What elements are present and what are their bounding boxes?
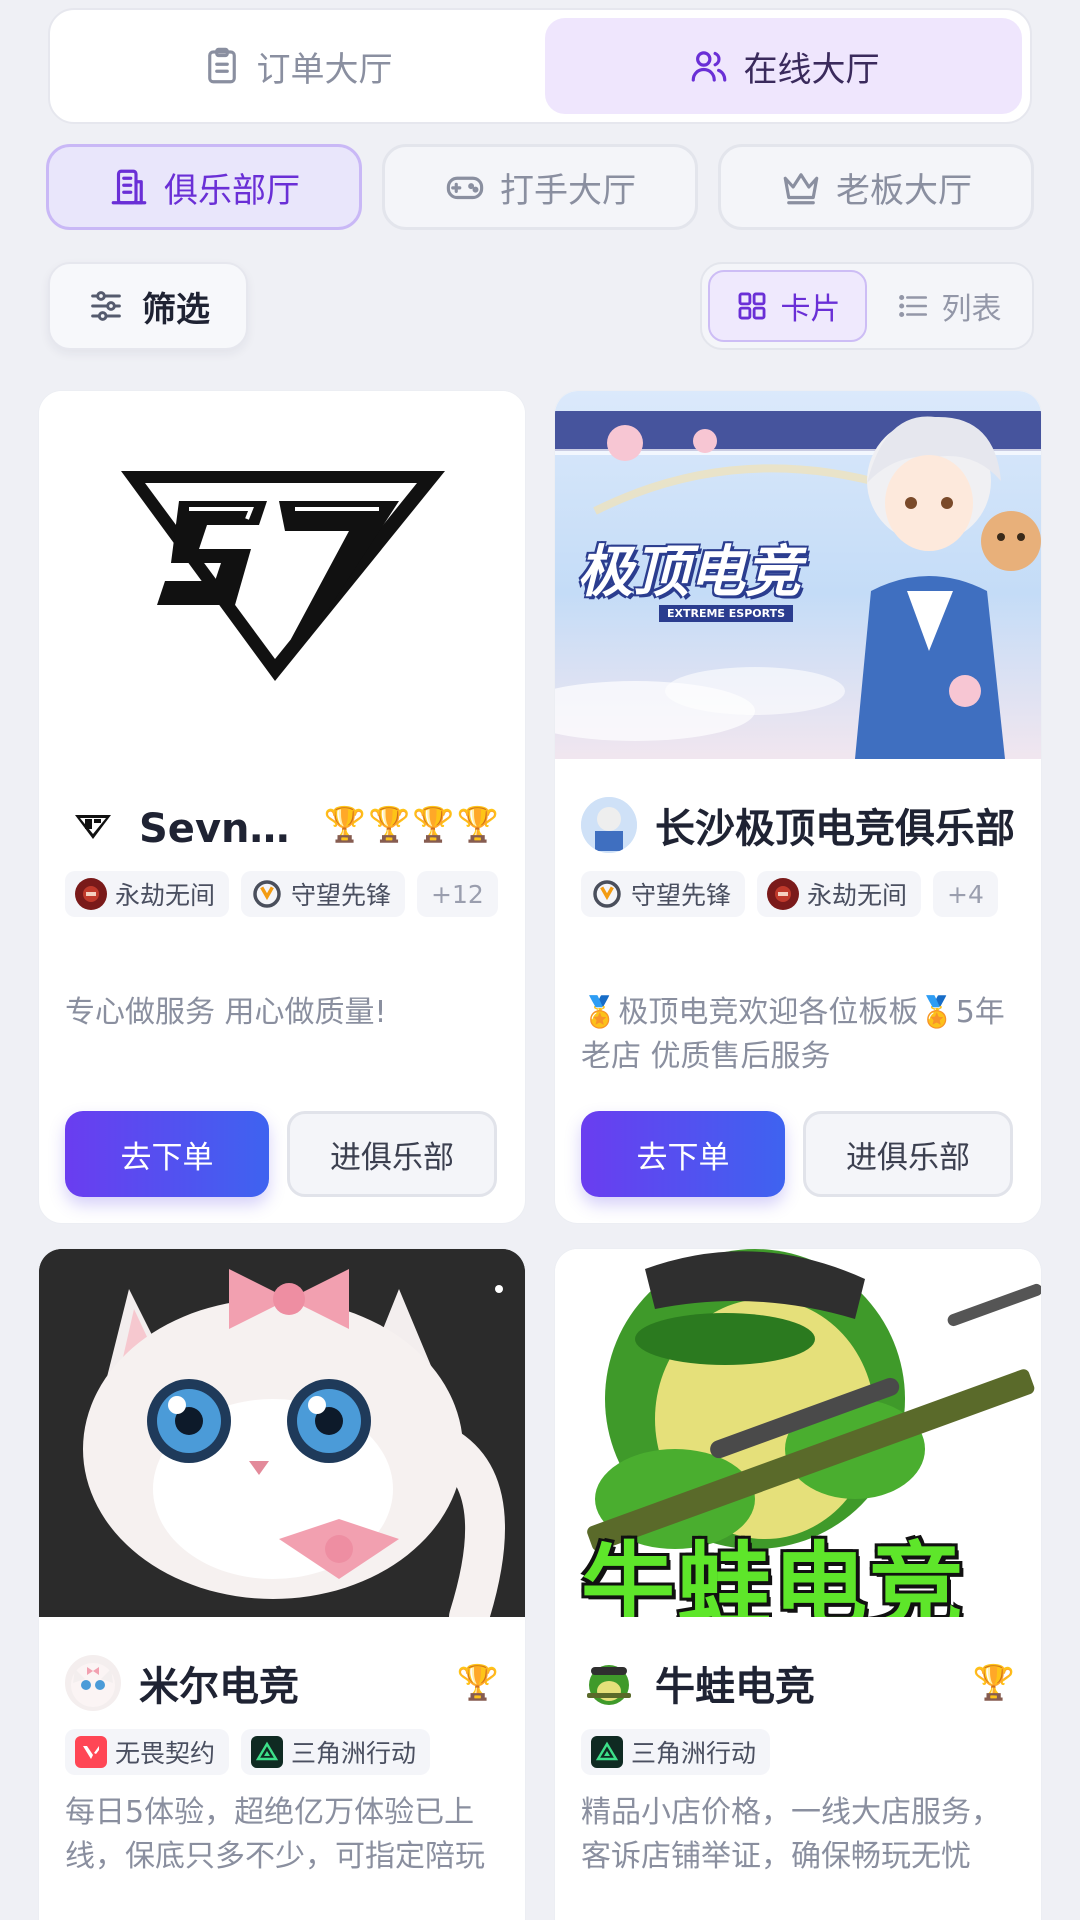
club-card[interactable]: Sevn电竞 🏆 🏆 🏆 🏆 永劫无间 守望先锋 +12 专心做服务 用心做质量…	[38, 390, 526, 1224]
game-tag-label: 三角洲行动	[291, 1739, 417, 1768]
filter-label: 筛选	[142, 289, 210, 330]
more-games-badge: +4	[933, 871, 998, 917]
game-tags: 守望先锋 永劫无间 +4	[581, 871, 1015, 917]
game-tag-label: 永劫无间	[807, 881, 908, 910]
club-card[interactable]: 牛蛙电竞 牛蛙电竞 🏆 三角洲行动 精品小店价格，一线大店服务，客诉店铺举证，确…	[554, 1248, 1042, 1920]
trophy-row: 🏆	[457, 1666, 499, 1700]
naraka-icon	[75, 878, 107, 910]
tab-online-hall-label: 在线大厅	[743, 49, 880, 90]
banner-title: 极顶电竞	[577, 540, 801, 605]
trophy-row: 🏆 🏆 🏆 🏆	[324, 808, 499, 842]
club-banner: 极顶电竞 EXTREME ESPORTS	[555, 391, 1041, 759]
club-avatar	[65, 797, 121, 853]
delta-force-icon	[591, 1736, 623, 1768]
users-icon	[691, 51, 726, 82]
trophy-icon: 🏆	[972, 1663, 1015, 1703]
game-tag: 永劫无间	[65, 871, 230, 917]
trophy-icon: 🏆	[323, 805, 366, 845]
naraka-icon	[767, 878, 800, 910]
game-tag: 守望先锋	[241, 871, 406, 917]
game-tag: 永劫无间	[757, 871, 922, 917]
overwatch-icon	[591, 878, 623, 910]
banner-title: 牛蛙电竞	[581, 1533, 966, 1617]
game-tag-label: 无畏契约	[115, 1739, 216, 1768]
view-card-option[interactable]: 卡片	[708, 270, 867, 342]
club-banner	[39, 391, 525, 759]
tab-order-hall-label: 订单大厅	[256, 49, 393, 90]
trophy-icon: 🏆	[367, 805, 411, 845]
valorant-icon	[75, 1736, 107, 1768]
crown-icon	[783, 173, 819, 205]
club-banner: 牛蛙电竞	[555, 1249, 1041, 1617]
game-tag: 三角洲行动	[581, 1729, 771, 1775]
banner-subtitle: EXTREME ESPORTS	[659, 605, 794, 622]
game-tag-label: 永劫无间	[115, 881, 216, 910]
club-description: 每日5体验，超绝亿万体验已上线，保底只多不少，可指定陪玩	[65, 1795, 485, 1874]
trophy-row: 🏆	[973, 1666, 1015, 1700]
hall-boss[interactable]: 老板大厅	[718, 144, 1034, 230]
club-avatar	[581, 797, 637, 853]
enter-club-button[interactable]: 进俱乐部	[803, 1111, 1013, 1197]
trophy-icon: 🏆	[412, 805, 455, 845]
game-tag: 无畏契约	[65, 1729, 230, 1775]
club-name: Sevn电竞	[139, 806, 306, 852]
hall-club-label: 俱乐部厅	[164, 170, 300, 211]
overwatch-icon	[251, 878, 283, 910]
club-name: 米尔电竞	[139, 1664, 299, 1710]
view-mode-switch: 卡片 列表	[700, 262, 1034, 350]
view-list-label: 列表	[941, 292, 1002, 327]
club-name: 牛蛙电竞	[655, 1664, 815, 1710]
place-order-button[interactable]: 去下单	[581, 1111, 785, 1197]
enter-club-button[interactable]: 进俱乐部	[287, 1111, 497, 1197]
clipboard-icon	[207, 47, 236, 84]
view-card-label: 卡片	[780, 292, 841, 327]
grid-icon	[738, 292, 765, 320]
club-description: 精品小店价格，一线大店服务，客诉店铺举证，确保畅玩无忧	[581, 1795, 1001, 1874]
hall-club[interactable]: 俱乐部厅	[46, 144, 362, 230]
club-card[interactable]: 极顶电竞 EXTREME ESPORTS 长沙极顶电竞俱乐部 守望先锋 永劫无间…	[554, 390, 1042, 1224]
hall-player-label: 打手大厅	[500, 170, 636, 211]
game-tags: 永劫无间 守望先锋 +12	[65, 871, 499, 917]
game-tag: 三角洲行动	[241, 1729, 431, 1775]
club-card[interactable]: 米尔电竞 🏆 无畏契约 三角洲行动 每日5体验，超绝亿万体验已上线，保底只多不少…	[38, 1248, 526, 1920]
game-tag: 守望先锋	[581, 871, 746, 917]
tab-order-hall[interactable]: 订单大厅	[58, 18, 535, 114]
trophy-icon: 🏆	[456, 1663, 499, 1703]
delta-force-icon	[251, 1736, 284, 1768]
hall-switcher: 订单大厅 在线大厅	[48, 8, 1032, 124]
sub-hall-bar: 俱乐部厅 打手大厅 老板大厅	[46, 144, 1034, 230]
game-tags: 无畏契约 三角洲行动	[65, 1729, 499, 1775]
game-tag-label: 守望先锋	[291, 881, 392, 910]
club-description: 专心做服务 用心做质量!	[65, 995, 387, 1030]
list-icon	[898, 294, 927, 318]
game-tag-label: 三角洲行动	[631, 1739, 757, 1768]
view-list-option[interactable]: 列表	[871, 270, 1026, 342]
filter-button[interactable]: 筛选	[48, 262, 248, 350]
game-tags: 三角洲行动	[581, 1729, 1015, 1775]
sliders-icon	[91, 291, 121, 321]
more-games-badge: +12	[417, 871, 498, 917]
hall-boss-label: 老板大厅	[836, 170, 972, 211]
tab-online-hall[interactable]: 在线大厅	[545, 18, 1022, 114]
hall-player[interactable]: 打手大厅	[382, 144, 698, 230]
trophy-icon: 🏆	[456, 805, 499, 845]
club-description: 🏅极顶电竞欢迎各位板板🏅5年老店 优质售后服务	[581, 995, 1005, 1074]
club-name: 长沙极顶电竞俱乐部	[655, 806, 1015, 852]
place-order-button[interactable]: 去下单	[65, 1111, 269, 1197]
gamepad-icon	[446, 176, 484, 200]
building-icon	[111, 169, 147, 205]
club-avatar	[581, 1655, 637, 1711]
club-avatar	[65, 1655, 121, 1711]
game-tag-label: 守望先锋	[631, 881, 732, 910]
club-banner	[39, 1249, 525, 1617]
